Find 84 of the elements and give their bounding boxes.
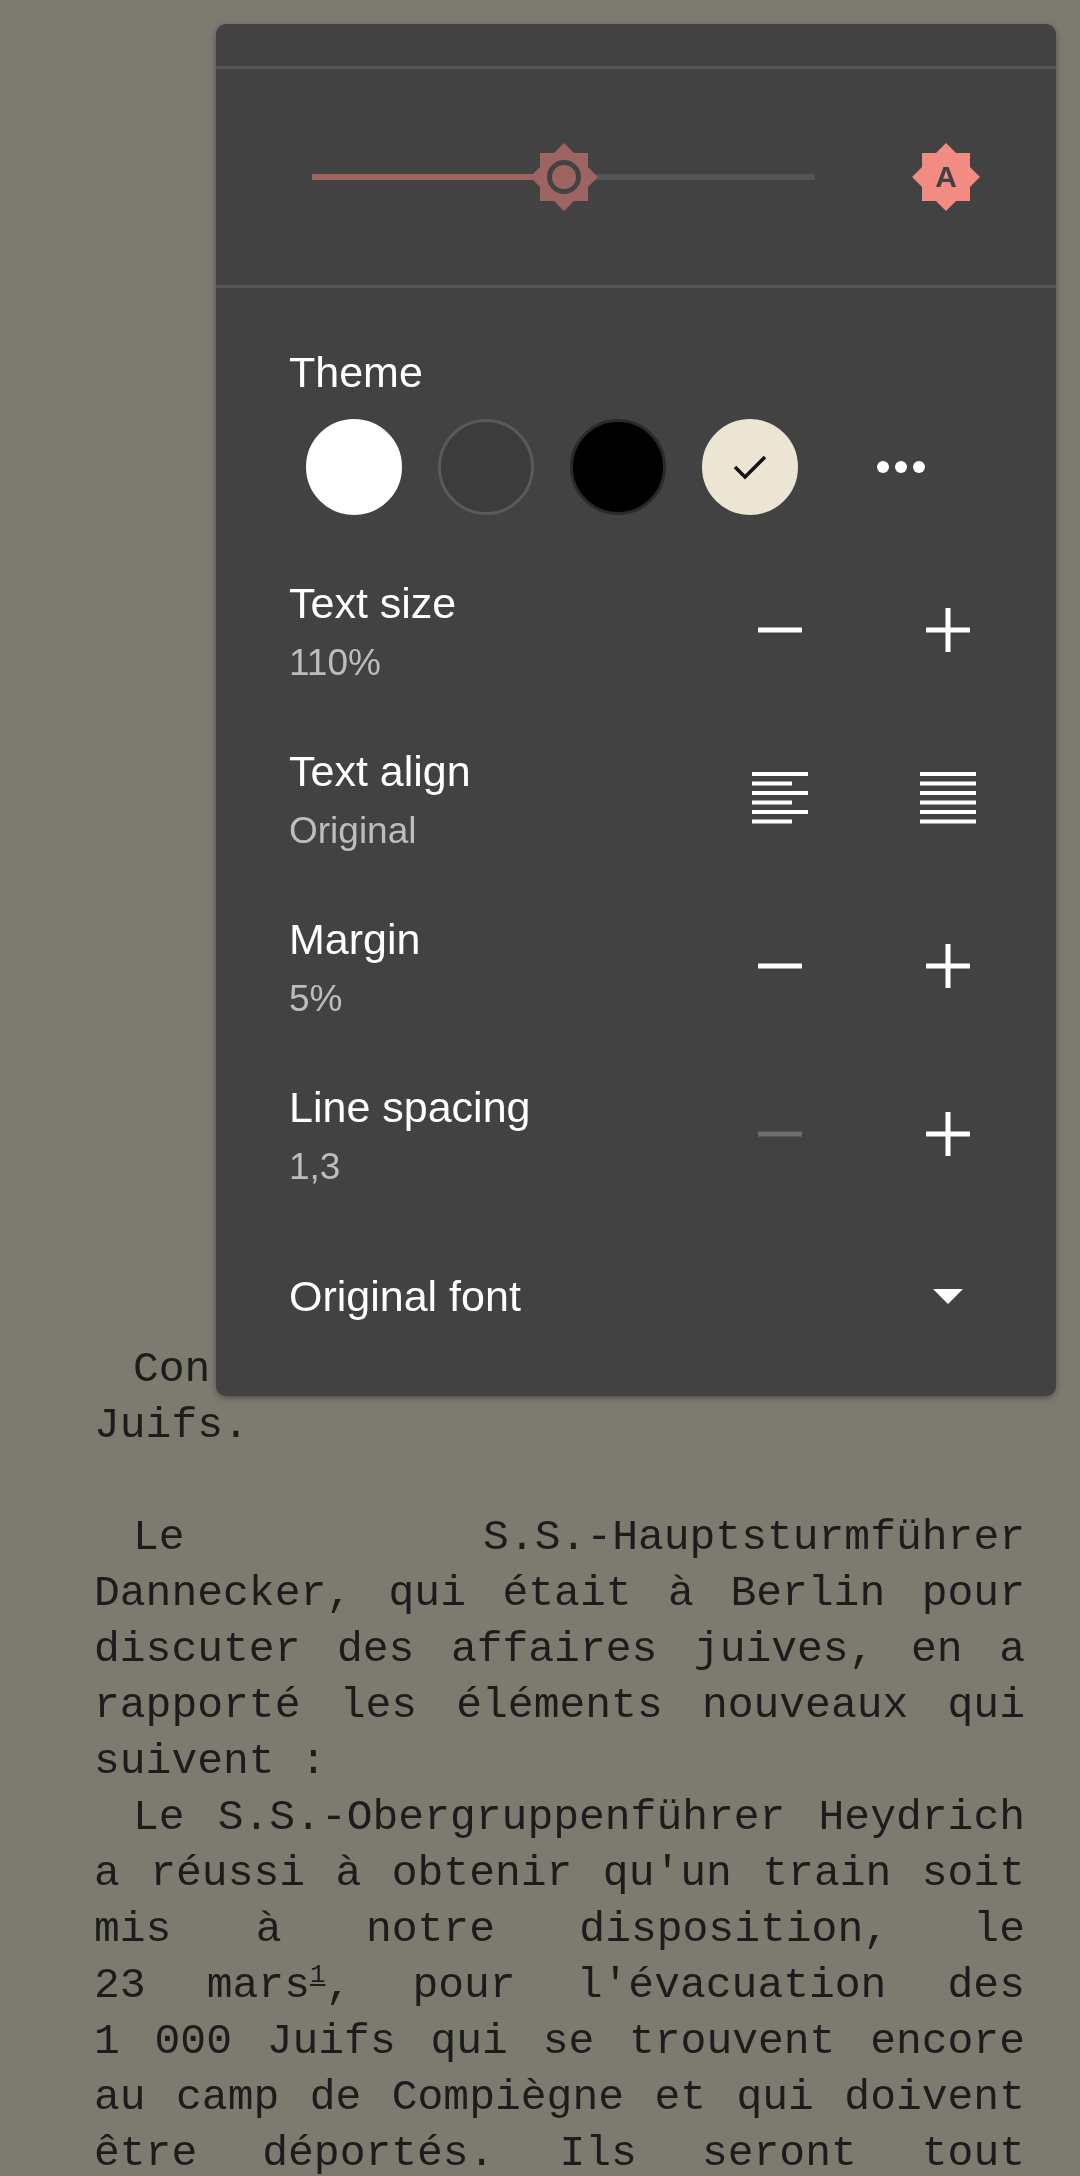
book-word: seront (701, 2128, 857, 2176)
setting-label: Text align (289, 746, 472, 797)
book-word: Berlin (730, 1568, 886, 1620)
book-word: mars$^{1}$, (206, 1959, 352, 2012)
book-word: 23 (94, 1960, 146, 2012)
book-word: Heydrich (818, 1792, 1025, 1844)
book-word: notre (365, 1904, 495, 1956)
book-word: Le (133, 1792, 185, 1844)
setting-label: Line spacing (289, 1082, 532, 1133)
book-word: Compiègne (391, 2072, 624, 2124)
book-word: qui (736, 2072, 814, 2124)
book-word: S.S.-Obergruppenführer (217, 1792, 786, 1844)
book-word: soit (921, 1848, 1025, 1900)
book-word: qui (430, 2016, 508, 2068)
book-word: se (542, 2016, 595, 2068)
book-word: des (947, 1960, 1025, 2012)
book-word: éléments (456, 1680, 663, 1732)
setting-value: 1,3 (289, 1145, 342, 1189)
book-word: disposition, (579, 1904, 889, 1956)
book-word: obtenir (391, 1848, 573, 1900)
setting-value: 5% (289, 977, 344, 1021)
minus-icon (758, 1131, 802, 1137)
book-word: en (911, 1624, 963, 1676)
book-word: a (999, 1624, 1025, 1676)
book-word: des (336, 1624, 415, 1676)
book-word: au (94, 2072, 146, 2124)
book-word: de (309, 2072, 362, 2124)
section-title: Theme (289, 347, 424, 398)
book-word: S.S.-Hauptsturmführer (483, 1512, 1025, 1564)
minus-icon (758, 963, 802, 969)
book-word: Ils (559, 2128, 637, 2176)
book-word: mis (94, 1904, 172, 1956)
book-text-line: suivent : (94, 1736, 327, 1788)
book-word: camp (176, 2072, 280, 2124)
check-icon (733, 454, 767, 480)
book-word: réussi (150, 1848, 306, 1900)
book-word: l'évacuation (576, 1960, 887, 2012)
book-word: tout (921, 2128, 1025, 2176)
book-word: déportés. (262, 2128, 495, 2176)
book-word: être (94, 2128, 198, 2176)
book-word: 1 (94, 2016, 120, 2068)
book-word: pour (921, 1568, 1025, 1620)
setting-value: Original (289, 809, 418, 853)
book-word: Juifs (266, 2016, 396, 2068)
dropdown-arrow-icon (933, 1288, 963, 1304)
book-word: Le (133, 1512, 185, 1564)
book-word: pour (412, 1960, 516, 2012)
book-word: et (654, 2072, 707, 2124)
book-word: encore (870, 2016, 1025, 2068)
book-word: train (762, 1848, 892, 1900)
setting-label: Text size (289, 578, 458, 629)
plus-icon (926, 944, 970, 988)
font-selector-label[interactable]: Original font (289, 1270, 521, 1322)
plus-icon (926, 608, 970, 652)
book-word: à (335, 1848, 362, 1900)
book-word: doivent (844, 2072, 1025, 2124)
book-word: 000 (154, 2016, 232, 2068)
book-word: juives, (693, 1624, 875, 1676)
minus-icon (758, 627, 802, 633)
book-word: affaires (450, 1624, 658, 1676)
plus-icon (926, 1112, 970, 1156)
book-word: le (973, 1904, 1025, 1956)
setting-label: Margin (289, 914, 422, 965)
auto-brightness-button[interactable]: A (912, 143, 980, 211)
book-word: était (502, 1568, 632, 1620)
book-word: nouveaux (701, 1680, 909, 1732)
book-word: qui (947, 1680, 1025, 1732)
book-word: trouvent (628, 2016, 836, 2068)
book-word: rapporté (94, 1680, 301, 1732)
book-word: qui (388, 1568, 466, 1620)
setting-value: 110% (289, 641, 382, 685)
align-left-icon (752, 770, 808, 826)
book-text-line: Con (133, 1344, 211, 1396)
book-word: a (94, 1848, 120, 1900)
book-word: Dannecker, (94, 1568, 353, 1620)
book-word: qu'un (602, 1848, 732, 1900)
book-word: à (668, 1568, 694, 1620)
book-word: les (339, 1680, 418, 1732)
book-word: à (255, 1904, 282, 1956)
brightness-slider[interactable] (312, 143, 815, 211)
align-justify-icon (920, 770, 976, 826)
book-text-line: Juifs. (94, 1400, 249, 1452)
book-word: discuter (94, 1624, 301, 1676)
more-icon (876, 460, 926, 474)
